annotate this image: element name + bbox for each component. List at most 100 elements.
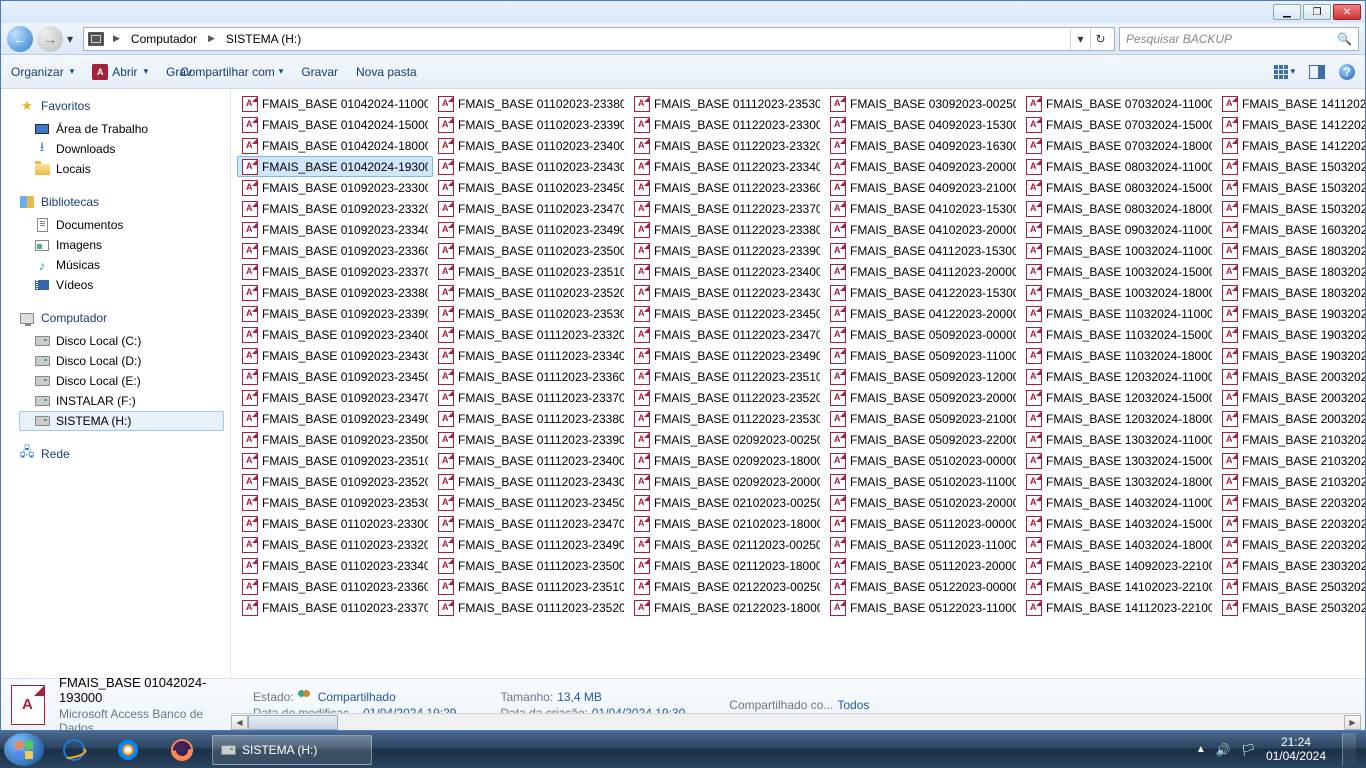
sidebar-drive-d[interactable]: Disco Local (D:) <box>19 351 224 371</box>
file-item[interactable]: FMAIS_BASE 01042024-110000 <box>237 93 433 114</box>
file-item[interactable]: FMAIS_BASE 21032024- <box>1217 450 1365 471</box>
file-item[interactable]: FMAIS_BASE 03092023-002500 <box>825 93 1021 114</box>
file-item[interactable]: FMAIS_BASE 14122023- <box>1217 135 1365 156</box>
file-item[interactable]: FMAIS_BASE 01112023-235000 <box>433 555 629 576</box>
file-item[interactable]: FMAIS_BASE 01122023-233400 <box>629 156 825 177</box>
file-item[interactable]: FMAIS_BASE 13032024-110000 <box>1021 429 1217 450</box>
file-item[interactable]: FMAIS_BASE 04122023-153000 <box>825 282 1021 303</box>
file-item[interactable]: FMAIS_BASE 14122023-221000 <box>1217 114 1365 135</box>
file-item[interactable]: FMAIS_BASE 04102023-153000 <box>825 198 1021 219</box>
start-button[interactable] <box>4 733 44 766</box>
file-item[interactable]: FMAIS_BASE 01102023-234500 <box>433 177 629 198</box>
file-item[interactable]: FMAIS_BASE 01122023-235100 <box>629 366 825 387</box>
file-item[interactable]: FMAIS_BASE 25032024- <box>1217 597 1365 618</box>
file-item[interactable]: FMAIS_BASE 02092023-002500 <box>629 429 825 450</box>
file-item[interactable]: FMAIS_BASE 01102023-233800 <box>433 93 629 114</box>
file-item[interactable]: FMAIS_BASE 01092023-235200 <box>237 471 433 492</box>
file-item[interactable]: FMAIS_BASE 02122023-180000 <box>629 597 825 618</box>
file-item[interactable]: FMAIS_BASE 01112023-234700 <box>433 513 629 534</box>
file-item[interactable]: FMAIS_BASE 14102023-221000 <box>1021 576 1217 597</box>
taskbar-active-window[interactable]: SISTEMA (H:) <box>212 735 372 765</box>
file-item[interactable]: FMAIS_BASE 02122023-002500 <box>629 576 825 597</box>
file-item[interactable]: FMAIS_BASE 01092023-233200 <box>237 198 433 219</box>
file-item[interactable]: FMAIS_BASE 10032024-110000 <box>1021 240 1217 261</box>
file-item[interactable]: FMAIS_BASE 01092023-234700 <box>237 387 433 408</box>
file-item[interactable]: FMAIS_BASE 13032024-180000 <box>1021 471 1217 492</box>
address-bar[interactable]: ▶ Computador ▶ SISTEMA (H:) ▾ ↻ <box>83 27 1115 51</box>
file-item[interactable]: FMAIS_BASE 01092023-233400 <box>237 219 433 240</box>
scroll-right-button[interactable]: ▶ <box>1344 715 1361 730</box>
file-item[interactable]: FMAIS_BASE 08032024-110000 <box>1021 156 1217 177</box>
file-item[interactable]: FMAIS_BASE 07032024-150000 <box>1021 114 1217 135</box>
breadcrumb-computer[interactable]: Computador <box>129 32 199 46</box>
file-item[interactable]: FMAIS_BASE 01092023-235300 <box>237 492 433 513</box>
file-item[interactable]: FMAIS_BASE 07032024-110000 <box>1021 93 1217 114</box>
file-item[interactable]: FMAIS_BASE 11032024-180000 <box>1021 345 1217 366</box>
file-item[interactable]: FMAIS_BASE 21032024- <box>1217 471 1365 492</box>
file-item[interactable]: FMAIS_BASE 18032024- <box>1217 282 1365 303</box>
file-item[interactable]: FMAIS_BASE 01102023-233600 <box>237 576 433 597</box>
file-item[interactable]: FMAIS_BASE 13032024-150000 <box>1021 450 1217 471</box>
file-item[interactable]: FMAIS_BASE 22032024- <box>1217 513 1365 534</box>
file-item[interactable]: FMAIS_BASE 01092023-235100 <box>237 450 433 471</box>
file-item[interactable]: FMAIS_BASE 05092023-210000 <box>825 408 1021 429</box>
file-item[interactable]: FMAIS_BASE 12032024-180000 <box>1021 408 1217 429</box>
file-item[interactable]: FMAIS_BASE 01112023-235300 <box>629 93 825 114</box>
file-item[interactable]: FMAIS_BASE 22032024- <box>1217 534 1365 555</box>
volume-icon[interactable]: 🔊 <box>1216 743 1231 757</box>
back-button[interactable]: ← <box>7 26 33 52</box>
view-options[interactable]: ▾ <box>1274 65 1295 79</box>
file-item[interactable]: FMAIS_BASE 01092023-233900 <box>237 303 433 324</box>
file-item[interactable]: FMAIS_BASE 15032024- <box>1217 156 1365 177</box>
file-item[interactable]: FMAIS_BASE 09032024-110000 <box>1021 219 1217 240</box>
close-button[interactable]: ✕ <box>1333 4 1361 20</box>
file-item[interactable]: FMAIS_BASE 25032024- <box>1217 576 1365 597</box>
file-item[interactable]: FMAIS_BASE 15032024- <box>1217 177 1365 198</box>
file-item[interactable]: FMAIS_BASE 01122023-233800 <box>629 219 825 240</box>
file-item[interactable]: FMAIS_BASE 10032024-180000 <box>1021 282 1217 303</box>
file-item[interactable]: FMAIS_BASE 19032024- <box>1217 303 1365 324</box>
file-item[interactable]: FMAIS_BASE 01112023-233800 <box>433 408 629 429</box>
maximize-button[interactable]: ❐ <box>1303 4 1331 20</box>
file-item[interactable]: FMAIS_BASE 01112023-233600 <box>433 366 629 387</box>
show-desktop-button[interactable] <box>1342 733 1356 766</box>
file-item[interactable]: FMAIS_BASE 20032024- <box>1217 408 1365 429</box>
file-item[interactable]: FMAIS_BASE 05092023-200000 <box>825 387 1021 408</box>
file-item[interactable]: FMAIS_BASE 04092023-200000 <box>825 156 1021 177</box>
file-item[interactable]: FMAIS_BASE 02112023-002500 <box>629 534 825 555</box>
file-item[interactable]: FMAIS_BASE 19032024- <box>1217 324 1365 345</box>
file-item[interactable]: FMAIS_BASE 01102023-234000 <box>433 135 629 156</box>
file-item[interactable]: FMAIS_BASE 01122023-234000 <box>629 261 825 282</box>
taskbar-wmp[interactable] <box>104 735 152 765</box>
history-dropdown[interactable]: ▾ <box>67 27 79 51</box>
file-item[interactable]: FMAIS_BASE 02092023-180000 <box>629 450 825 471</box>
file-item[interactable]: FMAIS_BASE 04112023-153000 <box>825 240 1021 261</box>
file-item[interactable]: FMAIS_BASE 01092023-233800 <box>237 282 433 303</box>
file-item[interactable]: FMAIS_BASE 18032024- <box>1217 240 1365 261</box>
file-item[interactable]: FMAIS_BASE 14112023-221000 <box>1021 597 1217 618</box>
file-item[interactable]: FMAIS_BASE 16032024- <box>1217 219 1365 240</box>
file-item[interactable]: FMAIS_BASE 14112023-221300 <box>1217 93 1365 114</box>
file-item[interactable]: FMAIS_BASE 01112023-233200 <box>433 324 629 345</box>
sidebar-drive-f[interactable]: INSTALAR (F:) <box>19 391 224 411</box>
file-item[interactable]: FMAIS_BASE 10032024-150000 <box>1021 261 1217 282</box>
file-item[interactable]: FMAIS_BASE 01112023-233700 <box>433 387 629 408</box>
file-item[interactable]: FMAIS_BASE 01122023-233700 <box>629 198 825 219</box>
file-item[interactable]: FMAIS_BASE 01102023-235200 <box>433 282 629 303</box>
sidebar-drive-c[interactable]: Disco Local (C:) <box>19 331 224 351</box>
file-item[interactable]: FMAIS_BASE 01042024-180000 <box>237 135 433 156</box>
preview-pane-toggle[interactable] <box>1309 65 1325 79</box>
file-item[interactable]: FMAIS_BASE 04112023-200000 <box>825 261 1021 282</box>
file-item[interactable]: FMAIS_BASE 01112023-234000 <box>433 450 629 471</box>
file-item[interactable]: FMAIS_BASE 01102023-233400 <box>237 555 433 576</box>
file-item[interactable]: FMAIS_BASE 05122023-110000 <box>825 597 1021 618</box>
refresh-button[interactable]: ↻ <box>1090 28 1110 50</box>
breadcrumb-current[interactable]: SISTEMA (H:) <box>224 32 303 46</box>
file-item[interactable]: FMAIS_BASE 01122023-235300 <box>629 408 825 429</box>
tray-overflow[interactable]: ▲ <box>1196 744 1206 755</box>
file-item[interactable]: FMAIS_BASE 14032024-150000 <box>1021 513 1217 534</box>
file-item[interactable]: FMAIS_BASE 01102023-233000 <box>237 513 433 534</box>
forward-button[interactable]: → <box>37 26 63 52</box>
libraries-header[interactable]: Bibliotecas <box>19 193 224 211</box>
file-item[interactable]: FMAIS_BASE 01092023-234000 <box>237 324 433 345</box>
